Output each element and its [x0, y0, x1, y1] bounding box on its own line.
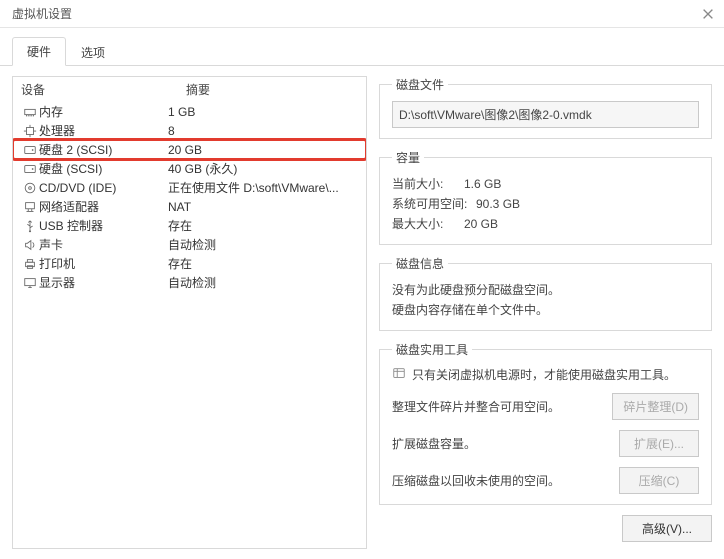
- device-summary: 存在: [168, 217, 358, 234]
- device-name: 声卡: [39, 236, 63, 253]
- list-item[interactable]: 打印机 存在: [13, 254, 366, 273]
- cpu-icon: [21, 124, 39, 138]
- list-item[interactable]: 硬盘 2 (SCSI) 20 GB: [13, 140, 366, 159]
- device-summary: 20 GB: [168, 143, 358, 157]
- tabs: 硬件 选项: [0, 28, 724, 66]
- disk-file-path: D:\soft\VMware\图像2\图像2-0.vmdk: [392, 101, 699, 128]
- list-item[interactable]: 显示器 自动检测: [13, 273, 366, 292]
- list-item[interactable]: 声卡 自动检测: [13, 235, 366, 254]
- list-item[interactable]: 内存 1 GB: [13, 102, 366, 121]
- disk-icon: [21, 162, 39, 176]
- capacity-group: 容量 当前大小: 1.6 GB 系统可用空间: 90.3 GB 最大大小: 20…: [379, 149, 712, 245]
- tool-expand-row: 扩展磁盘容量。 扩展(E)...: [392, 430, 699, 457]
- tool-defrag-row: 整理文件碎片并整合可用空间。 碎片整理(D): [392, 393, 699, 420]
- titlebar: 虚拟机设置: [0, 0, 724, 28]
- usb-icon: [21, 219, 39, 233]
- defrag-button[interactable]: 碎片整理(D): [612, 393, 699, 420]
- capacity-current: 当前大小: 1.6 GB: [392, 174, 699, 194]
- device-summary: 1 GB: [168, 105, 358, 119]
- network-icon: [21, 200, 39, 214]
- device-name: 内存: [39, 103, 63, 120]
- tools-note-text: 只有关闭虚拟机电源时，才能使用磁盘实用工具。: [412, 366, 676, 383]
- device-summary: 正在使用文件 D:\soft\VMware\...: [168, 179, 358, 196]
- device-summary: 自动检测: [168, 274, 358, 291]
- disk-file-group: 磁盘文件 D:\soft\VMware\图像2\图像2-0.vmdk: [379, 76, 712, 139]
- tool-compact-desc: 压缩磁盘以回收未使用的空间。: [392, 472, 560, 489]
- device-name: 显示器: [39, 274, 75, 291]
- sound-icon: [21, 238, 39, 252]
- device-name: CD/DVD (IDE): [39, 181, 116, 195]
- disk-info-group: 磁盘信息 没有为此硬盘预分配磁盘空间。 硬盘内容存储在单个文件中。: [379, 255, 712, 331]
- device-name: 处理器: [39, 122, 75, 139]
- header-device: 设备: [21, 81, 186, 98]
- device-name: 硬盘 (SCSI): [39, 160, 102, 177]
- capacity-max: 最大大小: 20 GB: [392, 214, 699, 234]
- list-item[interactable]: USB 控制器 存在: [13, 216, 366, 235]
- capacity-free-value: 90.3 GB: [476, 194, 520, 214]
- tab-hardware[interactable]: 硬件: [12, 37, 66, 66]
- detail-panel: 磁盘文件 D:\soft\VMware\图像2\图像2-0.vmdk 容量 当前…: [379, 76, 712, 549]
- advanced-button[interactable]: 高级(V)...: [622, 515, 712, 542]
- tools-legend: 磁盘实用工具: [392, 341, 472, 358]
- tools-note: 只有关闭虚拟机电源时，才能使用磁盘实用工具。: [392, 366, 699, 383]
- device-summary: 存在: [168, 255, 358, 272]
- capacity-current-label: 当前大小:: [392, 174, 464, 194]
- memory-icon: [21, 105, 39, 119]
- compact-button[interactable]: 压缩(C): [619, 467, 699, 494]
- tool-expand-desc: 扩展磁盘容量。: [392, 435, 476, 452]
- capacity-max-label: 最大大小:: [392, 214, 464, 234]
- disk-info-line2: 硬盘内容存储在单个文件中。: [392, 300, 699, 320]
- tool-compact-row: 压缩磁盘以回收未使用的空间。 压缩(C): [392, 467, 699, 494]
- dialog-body: 设备 摘要 内存 1 GB 处理器 8 硬盘 2 (SCSI) 20 GB 硬盘 (SCSI…: [0, 66, 724, 559]
- disk-info-line1: 没有为此硬盘预分配磁盘空间。: [392, 280, 699, 300]
- capacity-current-value: 1.6 GB: [464, 174, 501, 194]
- device-name: USB 控制器: [39, 217, 103, 234]
- advanced-row: 高级(V)...: [379, 515, 712, 542]
- tools-group: 磁盘实用工具 只有关闭虚拟机电源时，才能使用磁盘实用工具。 整理文件碎片并整合可…: [379, 341, 712, 505]
- header-summary: 摘要: [186, 81, 358, 98]
- list-item[interactable]: 网络适配器 NAT: [13, 197, 366, 216]
- disk-info-legend: 磁盘信息: [392, 255, 448, 272]
- list-header: 设备 摘要: [13, 77, 366, 102]
- disk-icon: [21, 143, 39, 157]
- device-list-panel: 设备 摘要 内存 1 GB 处理器 8 硬盘 2 (SCSI) 20 GB 硬盘 (SCSI…: [12, 76, 367, 549]
- printer-icon: [21, 257, 39, 271]
- device-name: 硬盘 2 (SCSI): [39, 141, 112, 158]
- tool-defrag-desc: 整理文件碎片并整合可用空间。: [392, 398, 560, 415]
- capacity-free-label: 系统可用空间:: [392, 194, 476, 214]
- list-item[interactable]: CD/DVD (IDE) 正在使用文件 D:\soft\VMware\...: [13, 178, 366, 197]
- device-summary: NAT: [168, 200, 358, 214]
- tab-options[interactable]: 选项: [66, 38, 120, 66]
- device-name: 打印机: [39, 255, 75, 272]
- display-icon: [21, 276, 39, 290]
- device-summary: 8: [168, 124, 358, 138]
- device-list[interactable]: 内存 1 GB 处理器 8 硬盘 2 (SCSI) 20 GB 硬盘 (SCSI) 40 GB…: [13, 102, 366, 548]
- capacity-legend: 容量: [392, 149, 424, 166]
- close-icon[interactable]: [698, 4, 718, 24]
- device-name: 网络适配器: [39, 198, 99, 215]
- cd-icon: [21, 181, 39, 195]
- list-item[interactable]: 硬盘 (SCSI) 40 GB (永久): [13, 159, 366, 178]
- list-item[interactable]: 处理器 8: [13, 121, 366, 140]
- disk-file-legend: 磁盘文件: [392, 76, 448, 93]
- expand-button[interactable]: 扩展(E)...: [619, 430, 699, 457]
- map-icon: [392, 366, 406, 383]
- window-title: 虚拟机设置: [12, 5, 72, 22]
- capacity-max-value: 20 GB: [464, 214, 498, 234]
- capacity-free: 系统可用空间: 90.3 GB: [392, 194, 699, 214]
- device-summary: 40 GB (永久): [168, 160, 358, 177]
- device-summary: 自动检测: [168, 236, 358, 253]
